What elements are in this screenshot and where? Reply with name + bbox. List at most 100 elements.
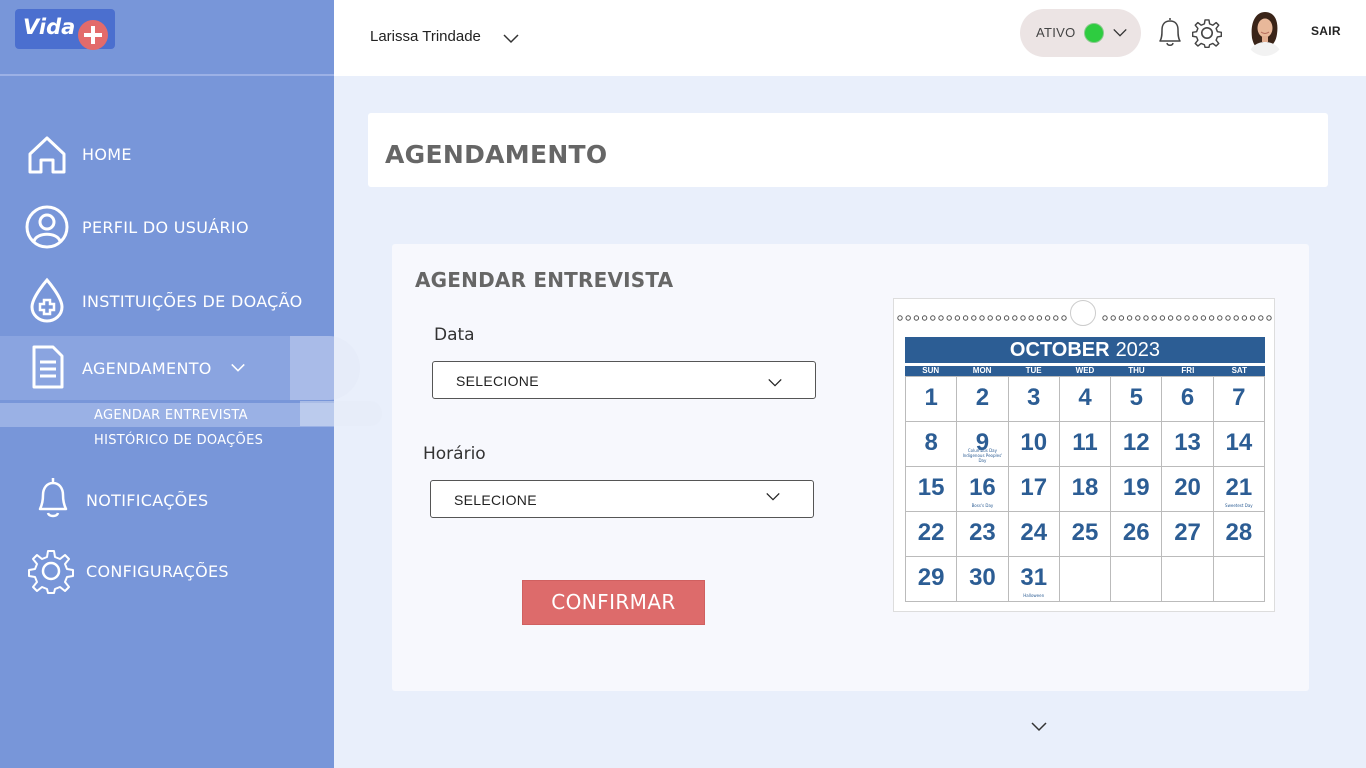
- time-label: Horário: [423, 444, 486, 464]
- calendar-day-cell: 15: [906, 467, 958, 512]
- calendar-day-number: 26: [1122, 519, 1150, 546]
- active-indicator: [290, 336, 360, 400]
- calendar-day-number: 19: [1122, 474, 1150, 501]
- calendar-image: OCTOBER 2023 SUN MON TUE WED THU FRI SAT 123456…: [893, 298, 1275, 612]
- user-name[interactable]: Larissa Trindade: [370, 28, 481, 45]
- chevron-down-icon: [768, 379, 782, 387]
- calendar-day-number: 7: [1232, 384, 1246, 411]
- section-title: AGENDAR ENTREVISTA: [415, 268, 674, 292]
- calendar-day-number: 13: [1174, 429, 1201, 456]
- calendar-day-number: 28: [1225, 519, 1253, 546]
- calendar-day-cell: 1: [906, 377, 958, 422]
- calendar-day-cell: 17: [1008, 467, 1060, 512]
- calendar-day-cell: 11: [1059, 422, 1112, 467]
- calendar-day-cell: 31 Halloween: [1008, 557, 1060, 602]
- calendar-day-cell: 20: [1162, 467, 1214, 512]
- calendar-day-number: 14: [1225, 429, 1253, 456]
- chevron-down-icon[interactable]: [1030, 720, 1048, 734]
- calendar-day-cell: 4: [1059, 377, 1112, 422]
- calendar-day-cell: [1162, 557, 1214, 602]
- bell-icon[interactable]: [1156, 16, 1184, 48]
- calendar-day-cell: 26: [1111, 512, 1163, 557]
- chevron-down-icon: [1113, 28, 1127, 37]
- calendar-day-cell: 9 Columbus Day Indigenous Peoples' Day: [957, 422, 1009, 467]
- sidebar-item-label: HOME: [82, 144, 132, 164]
- time-select-value: SELECIONE: [454, 492, 537, 508]
- calendar-day-number: 27: [1174, 519, 1201, 546]
- sidebar-item-home[interactable]: HOME: [0, 124, 334, 184]
- calendar-day-number: 24: [1020, 519, 1048, 546]
- calendar-day-cell: 19: [1111, 467, 1163, 512]
- subitem-active-indicator: [300, 401, 382, 426]
- calendar-weekday: FRI: [1181, 366, 1195, 375]
- chevron-down-icon[interactable]: [230, 362, 246, 374]
- calendar-day-cell: 27: [1162, 512, 1214, 557]
- sidebar-item-label: INSTITUIÇÕES DE DOAÇÃO: [82, 291, 303, 311]
- calendar-day-number: 22: [917, 519, 945, 546]
- logo[interactable]: Vida: [15, 9, 115, 50]
- sidebar-item-scheduling[interactable]: AGENDAMENTO: [0, 336, 334, 400]
- sidebar-header: Vida: [0, 0, 334, 76]
- calendar-weekday: THU: [1128, 366, 1145, 375]
- calendar-weekday: SUN: [922, 366, 940, 375]
- calendar-weekday: WED: [1075, 366, 1095, 375]
- calendar-day-number: 1: [924, 384, 938, 411]
- calendar-day-number: 3: [1027, 384, 1041, 411]
- page-title-bar: AGENDAMENTO: [368, 113, 1328, 187]
- calendar-hanger-icon: [1070, 300, 1096, 326]
- calendar-day-cell: 30: [957, 557, 1009, 602]
- time-select[interactable]: SELECIONE: [430, 480, 814, 518]
- top-header: Larissa Trindade ATIVO SAIR: [334, 0, 1366, 76]
- status-online-icon: [1084, 23, 1104, 43]
- calendar-month: OCTOBER: [1009, 339, 1110, 361]
- calendar-weekday: TUE: [1025, 366, 1042, 375]
- avatar[interactable]: [1244, 8, 1286, 56]
- date-select[interactable]: SELECIONE: [432, 361, 816, 399]
- sidebar-item-label: AGENDAMENTO: [82, 358, 212, 378]
- sidebar-item-notifications[interactable]: NOTIFICAÇÕES: [0, 470, 334, 530]
- calendar-day-number: 25: [1071, 519, 1099, 546]
- sidebar-item-settings[interactable]: CONFIGURAÇÕES: [0, 541, 334, 601]
- calendar-day-cell: 23: [957, 512, 1009, 557]
- calendar-day-cell: 5: [1111, 377, 1163, 422]
- gear-icon[interactable]: [1192, 18, 1222, 48]
- calendar-day-cell: 12: [1111, 422, 1163, 467]
- calendar-day-cell: 29: [906, 557, 958, 602]
- home-icon: [28, 136, 66, 174]
- page-title: AGENDAMENTO: [385, 140, 608, 169]
- sidebar-item-profile[interactable]: PERFIL DO USUÁRIO: [0, 197, 334, 257]
- calendar-day-note: Sweetest Day: [1225, 503, 1253, 508]
- confirm-button[interactable]: CONFIRMAR: [522, 580, 705, 625]
- calendar-day-cell: 22: [906, 512, 958, 557]
- date-select-value: SELECIONE: [456, 373, 539, 389]
- logout-button[interactable]: SAIR: [1311, 24, 1341, 38]
- document-icon: [32, 345, 64, 389]
- sidebar-subitem-label: HISTÓRICO DE DOAÇÕES: [94, 433, 264, 448]
- calendar-weekdays: SUN MON TUE WED THU FRI SAT: [905, 366, 1265, 376]
- calendar-day-cell: 10: [1008, 422, 1060, 467]
- logo-plus-icon: [78, 20, 108, 50]
- status-dropdown[interactable]: ATIVO: [1020, 9, 1141, 57]
- date-label: Data: [434, 325, 475, 345]
- sidebar-item-label: CONFIGURAÇÕES: [86, 561, 229, 581]
- calendar-day-number: 30: [969, 564, 996, 591]
- calendar-day-number: 12: [1122, 429, 1150, 456]
- calendar-day-cell: 14: [1213, 422, 1265, 467]
- sidebar-item-institutions[interactable]: INSTITUIÇÕES DE DOAÇÃO: [0, 271, 334, 331]
- logo-text: Vida: [23, 15, 76, 39]
- calendar-day-cell: 7: [1213, 377, 1265, 422]
- chevron-down-icon[interactable]: [502, 32, 520, 46]
- calendar-day-number: 5: [1129, 384, 1143, 411]
- calendar-day-cell: 28: [1213, 512, 1265, 557]
- calendar-weekday: SAT: [1231, 366, 1247, 375]
- calendar-weekday: MON: [972, 366, 992, 375]
- sidebar-subitem-donation-history[interactable]: HISTÓRICO DE DOAÇÕES: [0, 428, 334, 452]
- calendar-day-number: 6: [1180, 384, 1195, 411]
- calendar-day-cell: 2: [957, 377, 1009, 422]
- calendar-day-number: 8: [924, 429, 938, 456]
- calendar-day-cell: 18: [1059, 467, 1112, 512]
- calendar-day-number: 4: [1078, 384, 1092, 411]
- calendar-day-cell: 8: [906, 422, 958, 467]
- sidebar-subitem-schedule-interview[interactable]: AGENDAR ENTREVISTA: [0, 403, 334, 427]
- calendar-day-cell: 24: [1008, 512, 1060, 557]
